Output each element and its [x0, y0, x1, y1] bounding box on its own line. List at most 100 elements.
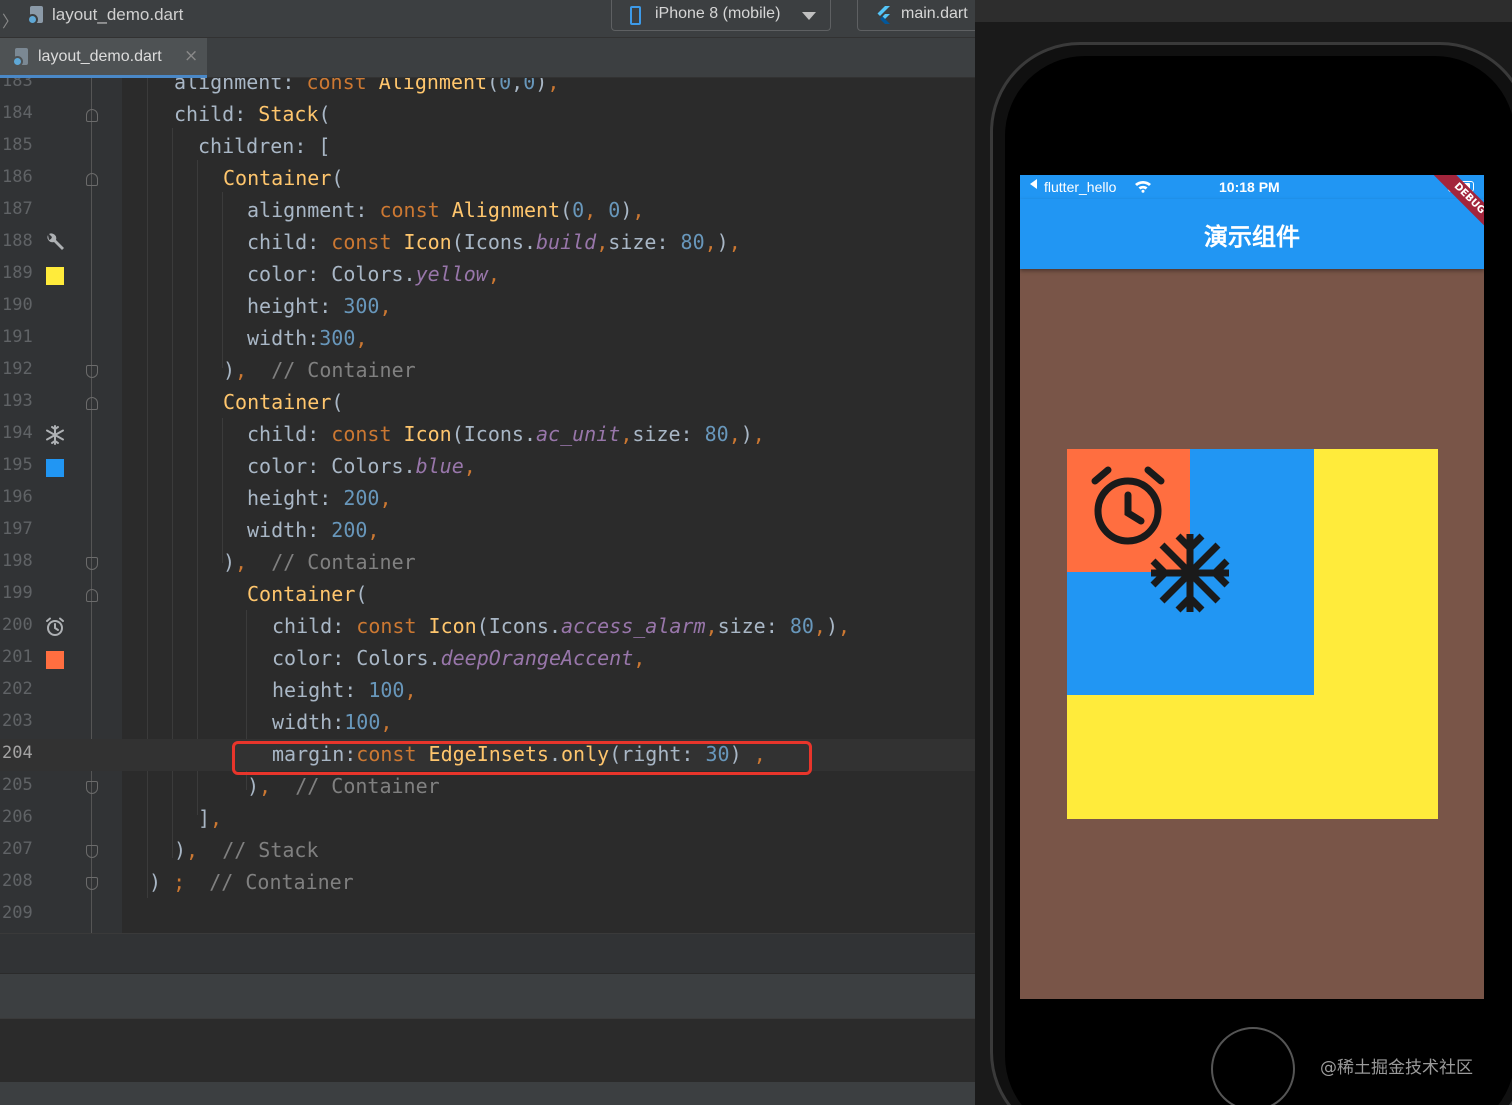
code-line[interactable]: 197 width: 200, [0, 515, 990, 547]
breadcrumb-separator: 〉 [2, 12, 19, 31]
code-line[interactable]: 208 ) ; // Container [0, 867, 990, 899]
yellow-color-swatch[interactable] [46, 267, 64, 285]
code-line[interactable]: 184 child: Stack( [0, 99, 990, 131]
orange-color-swatch[interactable] [46, 651, 64, 669]
code-text: Container( [223, 390, 344, 414]
line-number: 207 [2, 839, 33, 859]
fold-icon[interactable] [86, 845, 98, 858]
code-line[interactable]: 185 children: [ [0, 131, 990, 163]
code-line[interactable]: 192 ), // Container [0, 355, 990, 387]
line-number: 205 [2, 775, 33, 795]
run-config-label: main.dart [901, 5, 968, 22]
line-number: 206 [2, 807, 33, 827]
code-text: height: 200, [247, 486, 392, 510]
fold-icon[interactable] [86, 365, 98, 378]
line-number: 193 [2, 391, 33, 411]
code-line[interactable]: 195 color: Colors.blue, [0, 451, 990, 483]
line-number: 204 [2, 743, 33, 763]
fold-icon[interactable] [86, 589, 98, 602]
code-line[interactable]: 203 width:100, [0, 707, 990, 739]
code-text: children: [ [198, 134, 331, 158]
app-bar: 演示组件 [1020, 199, 1484, 269]
line-number: 197 [2, 519, 33, 539]
code-text: child: const Icon(Icons.build,size: 80,)… [247, 230, 741, 254]
tool-window-bar [0, 973, 990, 1018]
code-line[interactable]: 186 Container( [0, 163, 990, 195]
wifi-icon [1135, 180, 1151, 193]
code-text: child: const Icon(Icons.access_alarm,siz… [272, 614, 851, 638]
blue-color-swatch[interactable] [46, 459, 64, 477]
device-selector-label: iPhone 8 (mobile) [655, 5, 781, 22]
line-number: 186 [2, 167, 33, 187]
home-button[interactable] [1211, 1027, 1295, 1105]
line-number: 195 [2, 455, 33, 475]
highlight-annotation [232, 741, 812, 775]
fold-icon[interactable] [86, 397, 98, 410]
line-number: 203 [2, 711, 33, 731]
watermark: @稀土掘金技术社区 [1320, 1058, 1473, 1078]
code-line[interactable]: 188 child: const Icon(Icons.build,size: … [0, 227, 990, 259]
carrier-label: flutter_hello [1044, 179, 1117, 195]
code-text: width:300, [247, 326, 368, 350]
code-line[interactable]: 189 color: Colors.yellow, [0, 259, 990, 291]
back-arrow-icon[interactable] [1030, 179, 1037, 189]
status-time: 10:18 PM [1219, 179, 1280, 195]
simulator-title-bar [975, 0, 1512, 22]
tab-label: layout_demo.dart [38, 48, 162, 65]
code-text: color: Colors.yellow, [247, 262, 500, 286]
breadcrumb-file[interactable]: layout_demo.dart [52, 5, 183, 25]
code-line[interactable]: 205 ), // Container [0, 771, 990, 803]
close-icon[interactable]: × [184, 46, 198, 66]
code-line[interactable]: 190 height: 300, [0, 291, 990, 323]
line-number: 201 [2, 647, 33, 667]
line-number: 187 [2, 199, 33, 219]
line-number: 188 [2, 231, 33, 251]
line-number: 194 [2, 423, 33, 443]
code-line[interactable]: 207 ), // Stack [0, 835, 990, 867]
code-line[interactable]: 206 ], [0, 803, 990, 835]
editor-footer [0, 933, 990, 973]
code-line[interactable]: 202 height: 100, [0, 675, 990, 707]
code-line[interactable]: 200 child: const Icon(Icons.access_alarm… [0, 611, 990, 643]
code-text: ) ; // Container [149, 870, 354, 894]
fold-icon[interactable] [86, 173, 98, 186]
code-text: alignment: const Alignment(0,0), [174, 78, 560, 94]
bottom-panel [0, 1018, 990, 1082]
line-number: 202 [2, 679, 33, 699]
line-number: 198 [2, 551, 33, 571]
fold-icon[interactable] [86, 557, 98, 570]
code-text: Container( [247, 582, 368, 606]
fold-icon[interactable] [86, 877, 98, 890]
wrench-icon[interactable] [44, 232, 66, 254]
line-number: 192 [2, 359, 33, 379]
code-text: color: Colors.blue, [247, 454, 476, 478]
code-line[interactable]: 198 ), // Container [0, 547, 990, 579]
code-line[interactable]: 209 [0, 899, 990, 931]
code-line[interactable]: 199 Container( [0, 579, 990, 611]
code-text: ), // Container [223, 550, 416, 574]
fold-icon[interactable] [86, 781, 98, 794]
device-selector[interactable]: iPhone 8 (mobile) [611, 0, 831, 31]
code-line[interactable]: 196 height: 200, [0, 483, 990, 515]
line-number: 199 [2, 583, 33, 603]
code-line[interactable]: 194 child: const Icon(Icons.ac_unit,size… [0, 419, 990, 451]
code-text: Container( [223, 166, 344, 190]
code-line[interactable]: 193 Container( [0, 387, 990, 419]
code-line[interactable]: 187 alignment: const Alignment(0, 0), [0, 195, 990, 227]
code-text: child: Stack( [174, 102, 331, 126]
code-editor[interactable]: 183 alignment: const Alignment(0,0), 184… [0, 78, 990, 933]
code-line[interactable]: 183 alignment: const Alignment(0,0), [0, 78, 990, 99]
code-line[interactable]: 201 color: Colors.deepOrangeAccent, [0, 643, 990, 675]
code-text: ), // Container [247, 774, 440, 798]
editor-tab-bar: layout_demo.dart × [0, 38, 1000, 78]
alarm-icon[interactable] [44, 616, 66, 638]
tab-layout-demo[interactable]: layout_demo.dart × [0, 38, 207, 78]
phone-screen[interactable]: flutter_hello 10:18 PM 演示组件 DEBUG [1020, 175, 1484, 999]
ios-status-bar: flutter_hello 10:18 PM [1020, 175, 1484, 199]
code-text: height: 300, [247, 294, 392, 318]
snowflake-icon[interactable] [44, 424, 66, 446]
code-line[interactable]: 191 width:300, [0, 323, 990, 355]
snowflake-icon [1150, 533, 1230, 613]
line-number: 185 [2, 135, 33, 155]
fold-icon[interactable] [86, 109, 98, 122]
